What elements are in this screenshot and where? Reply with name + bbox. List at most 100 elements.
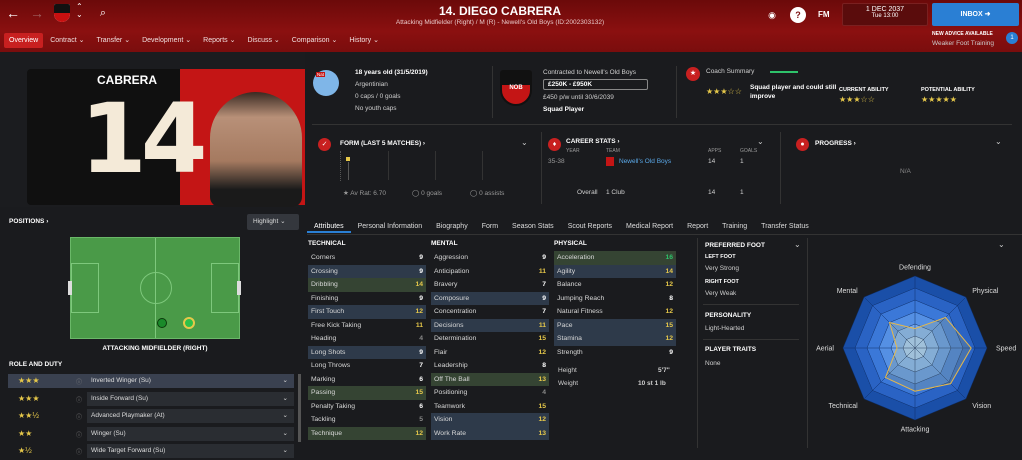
role-dropdown[interactable]: Winger (Su) ⌄ <box>87 426 294 441</box>
menu-reports[interactable]: Reports ⌄ <box>198 33 240 48</box>
chevron-down-icon[interactable]: ⌄ <box>794 240 801 249</box>
info-icon[interactable]: ⓘ <box>76 412 82 421</box>
tab-form[interactable]: Form <box>475 220 505 233</box>
club-badge-icon[interactable] <box>54 4 70 22</box>
menu-development[interactable]: Development ⌄ <box>137 33 196 48</box>
search-icon[interactable]: ⌕ <box>94 4 112 22</box>
attribute-row[interactable]: Off The Ball 13 <box>431 372 549 386</box>
chevron-down-icon[interactable]: ⌄ <box>757 137 764 146</box>
chevron-down-icon[interactable]: ⌄ <box>521 138 528 147</box>
tab-training[interactable]: Training <box>715 220 754 233</box>
menu-overview[interactable]: Overview <box>4 33 44 48</box>
tab-attributes[interactable]: Attributes <box>307 220 351 233</box>
form-title[interactable]: FORM (LAST 5 MATCHES) › <box>340 140 425 147</box>
position-dot-selected[interactable] <box>183 317 195 329</box>
attribute-row[interactable]: Positioning 4 <box>431 386 549 400</box>
attribute-row[interactable]: Heading 4 <box>308 332 426 346</box>
tab-report[interactable]: Report <box>680 220 715 233</box>
attribute-row[interactable]: Decisions 11 <box>431 318 549 332</box>
attribute-name: Flair <box>434 348 448 356</box>
attribute-row[interactable]: Leadership 8 <box>431 359 549 373</box>
attribute-row[interactable]: Acceleration 16 <box>554 251 676 265</box>
fm-logo[interactable]: FM <box>818 10 830 19</box>
attribute-row[interactable]: First Touch 12 <box>308 305 426 319</box>
tab-season-stats[interactable]: Season Stats <box>505 220 561 233</box>
attribute-row[interactable]: Free Kick Taking 11 <box>308 319 426 333</box>
menu-comparison[interactable]: Comparison ⌄ <box>287 33 343 48</box>
attribute-row[interactable]: Composure 9 <box>431 291 549 305</box>
attribute-row[interactable]: Long Shots 9 <box>308 345 426 359</box>
highlight-dropdown[interactable]: Highlight ⌄ <box>247 214 299 230</box>
transfer-value-box[interactable]: £250K - £950K <box>543 79 648 90</box>
attribute-row[interactable]: Determination 15 <box>431 332 549 346</box>
attribute-row[interactable]: Passing 15 <box>308 386 426 400</box>
globe-icon[interactable]: ◉ <box>764 7 780 23</box>
chevron-down-icon: ⌄ <box>282 447 288 454</box>
radar-label-vision: Vision <box>972 403 991 410</box>
menu-contract[interactable]: Contract ⌄ <box>45 33 89 48</box>
back-arrow-icon[interactable]: ← <box>4 4 22 22</box>
attribute-row[interactable]: Work Rate 13 <box>431 426 549 440</box>
club-switch-chevron-icon[interactable]: ⌃ ⌄ <box>76 3 83 19</box>
role-dropdown[interactable]: Wide Target Forward (Su) ⌄ <box>87 444 294 458</box>
attribute-row[interactable]: Natural Fitness 12 <box>554 305 676 319</box>
attribute-row[interactable]: Aggression 9 <box>431 251 549 265</box>
attribute-row[interactable]: Flair 12 <box>431 346 549 360</box>
role-dropdown[interactable]: Advanced Playmaker (At) ⌄ <box>87 409 294 423</box>
info-icon[interactable]: ⓘ <box>76 447 82 456</box>
attribute-row[interactable]: Balance 12 <box>554 278 676 292</box>
club-crest-icon[interactable]: NOB <box>500 70 532 106</box>
attribute-row[interactable]: Pace 15 <box>554 318 676 332</box>
career-title[interactable]: CAREER STATS › <box>566 138 620 145</box>
attribute-row[interactable]: Marking 6 <box>308 373 426 387</box>
role-dropdown[interactable]: Inside Forward (Su) ⌄ <box>87 391 294 406</box>
attribute-row[interactable]: Jumping Reach 8 <box>554 292 676 306</box>
info-icon[interactable]: ⓘ <box>76 430 82 439</box>
menu-transfer[interactable]: Transfer ⌄ <box>91 33 135 48</box>
advice-title[interactable]: NEW ADVICE AVAILABLE <box>932 31 1002 37</box>
tab-medical-report[interactable]: Medical Report <box>619 220 680 233</box>
attribute-row[interactable]: Stamina 12 <box>554 332 676 346</box>
info-icon[interactable]: ⓘ <box>76 395 82 404</box>
position-dot[interactable] <box>157 318 167 328</box>
tab-scout-reports[interactable]: Scout Reports <box>561 220 619 233</box>
scrollbar[interactable] <box>298 374 301 442</box>
advice-count-badge[interactable]: 1 <box>1006 32 1018 44</box>
attribute-row[interactable]: Penalty Taking 6 <box>308 400 426 414</box>
attribute-row[interactable]: Crossing 9 <box>308 264 426 278</box>
attribute-row[interactable]: Bravery 7 <box>431 278 549 292</box>
attribute-row[interactable]: Anticipation 11 <box>431 265 549 279</box>
attribute-value: 16 <box>665 254 673 261</box>
advice-text[interactable]: Weaker Foot Training <box>932 40 994 47</box>
menu-discuss[interactable]: Discuss ⌄ <box>242 33 284 48</box>
attribute-row[interactable]: Teamwork 15 <box>431 400 549 414</box>
radar-label-speed: Speed <box>996 346 1016 353</box>
role-dropdown[interactable]: Inverted Winger (Su) ⌄ <box>87 374 294 388</box>
inbox-button[interactable]: INBOX ➜ <box>932 3 1019 26</box>
attribute-row[interactable]: Concentration 7 <box>431 305 549 319</box>
attribute-value: 11 <box>538 267 546 275</box>
attribute-row[interactable]: Long Throws 7 <box>308 359 426 373</box>
attribute-row[interactable]: Dribbling 14 <box>308 278 426 292</box>
chevron-down-icon[interactable]: ⌄ <box>995 137 1002 146</box>
attribute-row[interactable]: Vision 12 <box>431 413 549 427</box>
tab-transfer-status[interactable]: Transfer Status <box>754 220 816 233</box>
forward-arrow-icon[interactable]: → <box>28 4 46 22</box>
attribute-row[interactable]: Technique 12 <box>308 426 426 440</box>
menu-history[interactable]: History ⌄ <box>344 33 384 48</box>
info-icon[interactable]: ⓘ <box>76 377 82 386</box>
attribute-row[interactable]: Tackling 5 <box>308 413 426 427</box>
career-team[interactable]: Newell's Old Boys <box>619 158 671 165</box>
attribute-row[interactable]: Finishing 9 <box>308 292 426 306</box>
attribute-row[interactable]: Strength 9 <box>554 346 676 360</box>
progress-title[interactable]: PROGRESS › <box>815 140 856 147</box>
positions-title[interactable]: POSITIONS › <box>9 218 48 225</box>
help-icon[interactable]: ? <box>790 7 806 23</box>
attribute-row[interactable]: Agility 14 <box>554 264 676 278</box>
attribute-row[interactable]: Corners 9 <box>308 251 426 265</box>
date-box[interactable]: 1 DEC 2037 Tue 13:00 <box>842 3 928 26</box>
tab-biography[interactable]: Biography <box>429 220 475 233</box>
nation-badge-icon[interactable]: Nat <box>313 70 339 96</box>
tab-personal-information[interactable]: Personal Information <box>351 220 430 233</box>
chevron-down-icon[interactable]: ⌄ <box>998 240 1005 249</box>
